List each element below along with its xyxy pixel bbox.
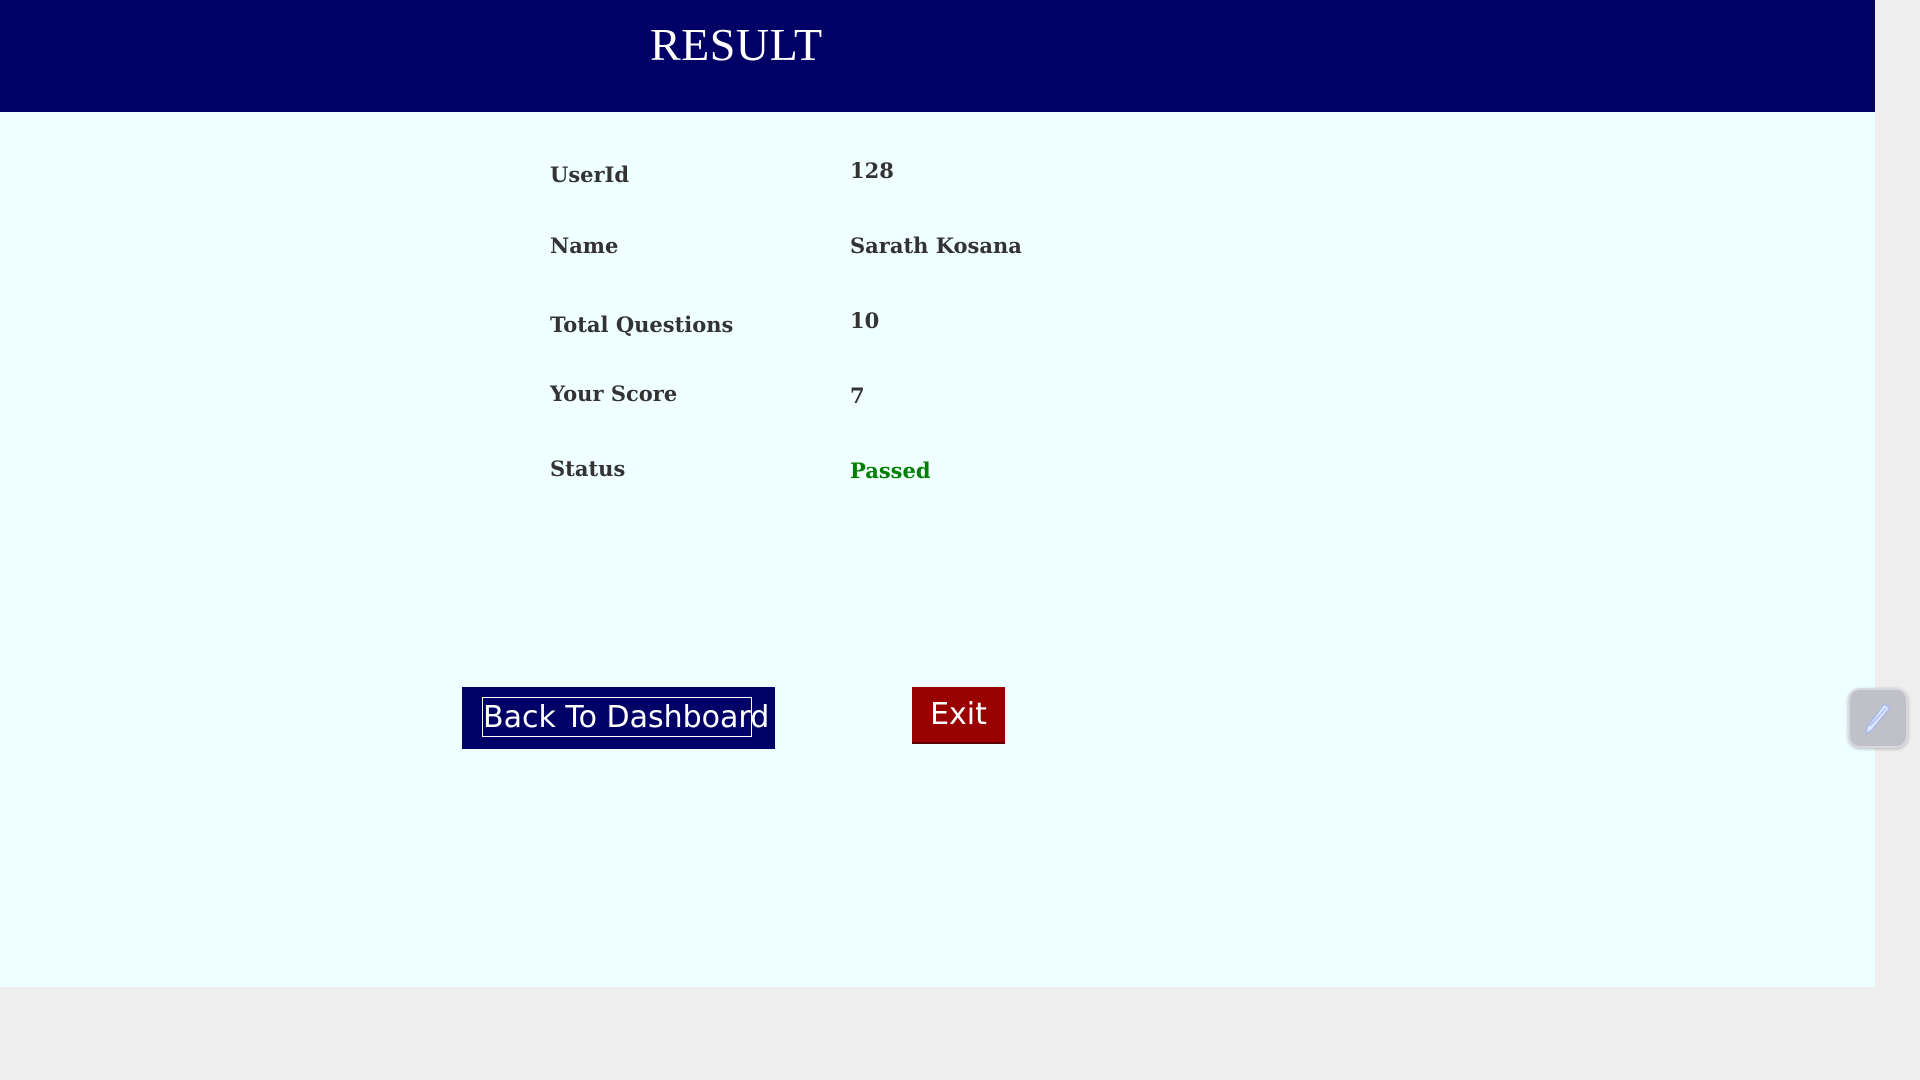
status-value: Passed (850, 458, 931, 483)
back-to-dashboard-button[interactable]: Back To Dashboard (462, 687, 775, 749)
back-to-dashboard-label: Back To Dashboard (482, 697, 769, 737)
userid-value: 128 (850, 158, 894, 183)
userid-label: UserId (550, 162, 630, 187)
floating-pen-widget[interactable] (1848, 688, 1908, 748)
name-value: Sarath Kosana (850, 233, 1022, 258)
header-bar: RESULT (0, 0, 1875, 112)
result-page: RESULT UserId 128 Name Sarath Kosana Tot… (0, 0, 1875, 987)
your-score-label: Your Score (550, 381, 678, 406)
status-label: Status (550, 456, 626, 481)
exit-button[interactable]: Exit (912, 687, 1005, 744)
name-label: Name (550, 233, 619, 258)
total-questions-label: Total Questions (550, 312, 734, 337)
total-questions-value: 10 (850, 308, 880, 333)
page-title: RESULT (650, 19, 823, 70)
your-score-value: 7 (850, 383, 865, 408)
